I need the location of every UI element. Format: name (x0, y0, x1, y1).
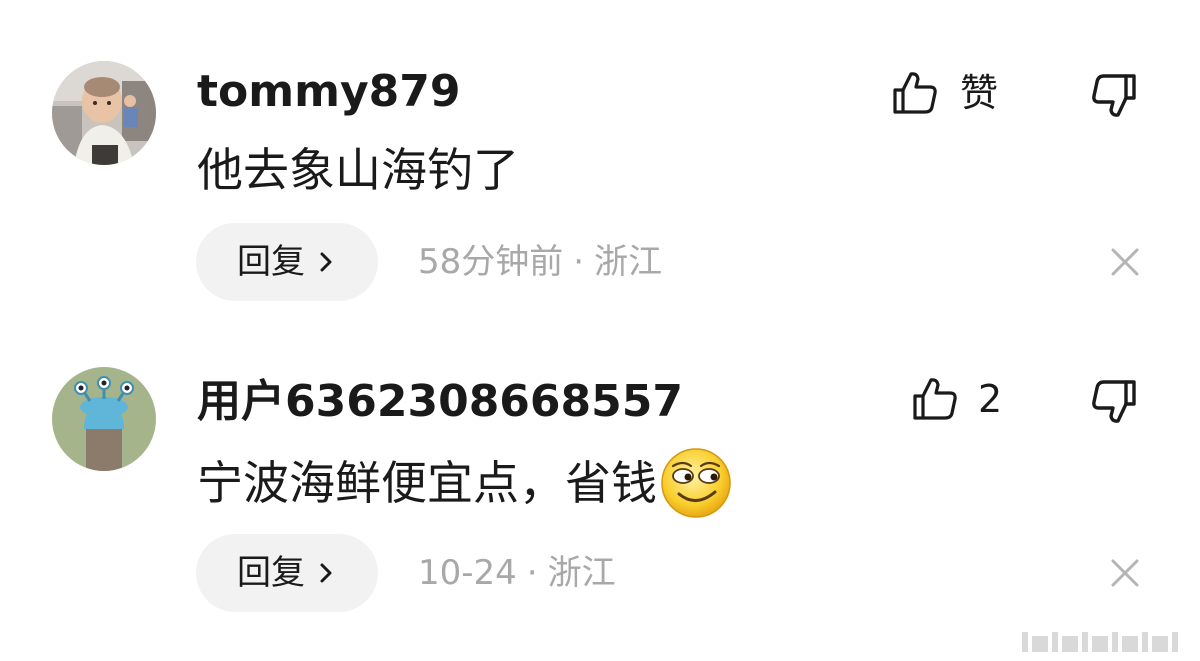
like-count: 2 (978, 377, 1003, 421)
comment-text: 宁波海鲜便宜点，省钱 (197, 446, 733, 520)
comment-text-content: 他去象山海钓了 (197, 143, 519, 197)
meta-separator: · (526, 553, 538, 593)
watermark-mark (1022, 632, 1178, 652)
reply-label: 回复 (237, 242, 305, 282)
like-button[interactable]: 赞 (890, 68, 998, 118)
comment-time: 58分钟前 (418, 242, 564, 282)
smirk-emoji (659, 446, 733, 520)
dislike-button[interactable] (1088, 70, 1140, 122)
user-avatar[interactable] (52, 367, 156, 471)
username[interactable]: 用户6362308668557 (197, 374, 683, 430)
username[interactable]: tommy879 (197, 64, 460, 120)
comment-location: 浙江 (547, 553, 616, 593)
reply-label: 回复 (237, 553, 305, 593)
cartoon-alien-avatar (52, 367, 156, 471)
chevron-right-icon (320, 252, 332, 272)
comment-location: 浙江 (594, 242, 663, 282)
close-button[interactable] (1108, 245, 1142, 279)
comment-time: 10-24 (418, 553, 517, 593)
close-button[interactable] (1108, 556, 1142, 590)
like-label: 赞 (960, 71, 999, 115)
reply-button[interactable]: 回复 (196, 223, 378, 301)
comment-meta: 10-24 · 浙江 (418, 553, 616, 593)
baby-photo-avatar (52, 61, 156, 165)
meta-separator: · (573, 242, 585, 282)
comment-text: 他去象山海钓了 (197, 140, 519, 200)
thumbs-up-icon (893, 72, 937, 114)
close-icon (1111, 559, 1139, 587)
smirk-emoji-icon (661, 448, 731, 518)
reply-button[interactable]: 回复 (196, 534, 378, 612)
user-avatar[interactable] (52, 61, 156, 165)
comment-item: 用户6362308668557 宁波海鲜便宜点，省钱 2 回复 10-24 · … (0, 310, 1200, 612)
thumbs-down-icon (1092, 380, 1136, 423)
thumbs-up-icon (913, 378, 957, 420)
comment-item: tommy879 他去象山海钓了 赞 回复 58分钟前 · 浙江 (0, 0, 1200, 301)
close-icon (1111, 248, 1139, 276)
comment-meta: 58分钟前 · 浙江 (418, 242, 662, 282)
chevron-right-icon (320, 563, 332, 583)
like-button[interactable]: 2 (910, 374, 1002, 424)
dislike-button[interactable] (1088, 376, 1140, 428)
comment-text-content: 宁波海鲜便宜点，省钱 (197, 456, 657, 510)
thumbs-down-icon (1092, 74, 1136, 117)
